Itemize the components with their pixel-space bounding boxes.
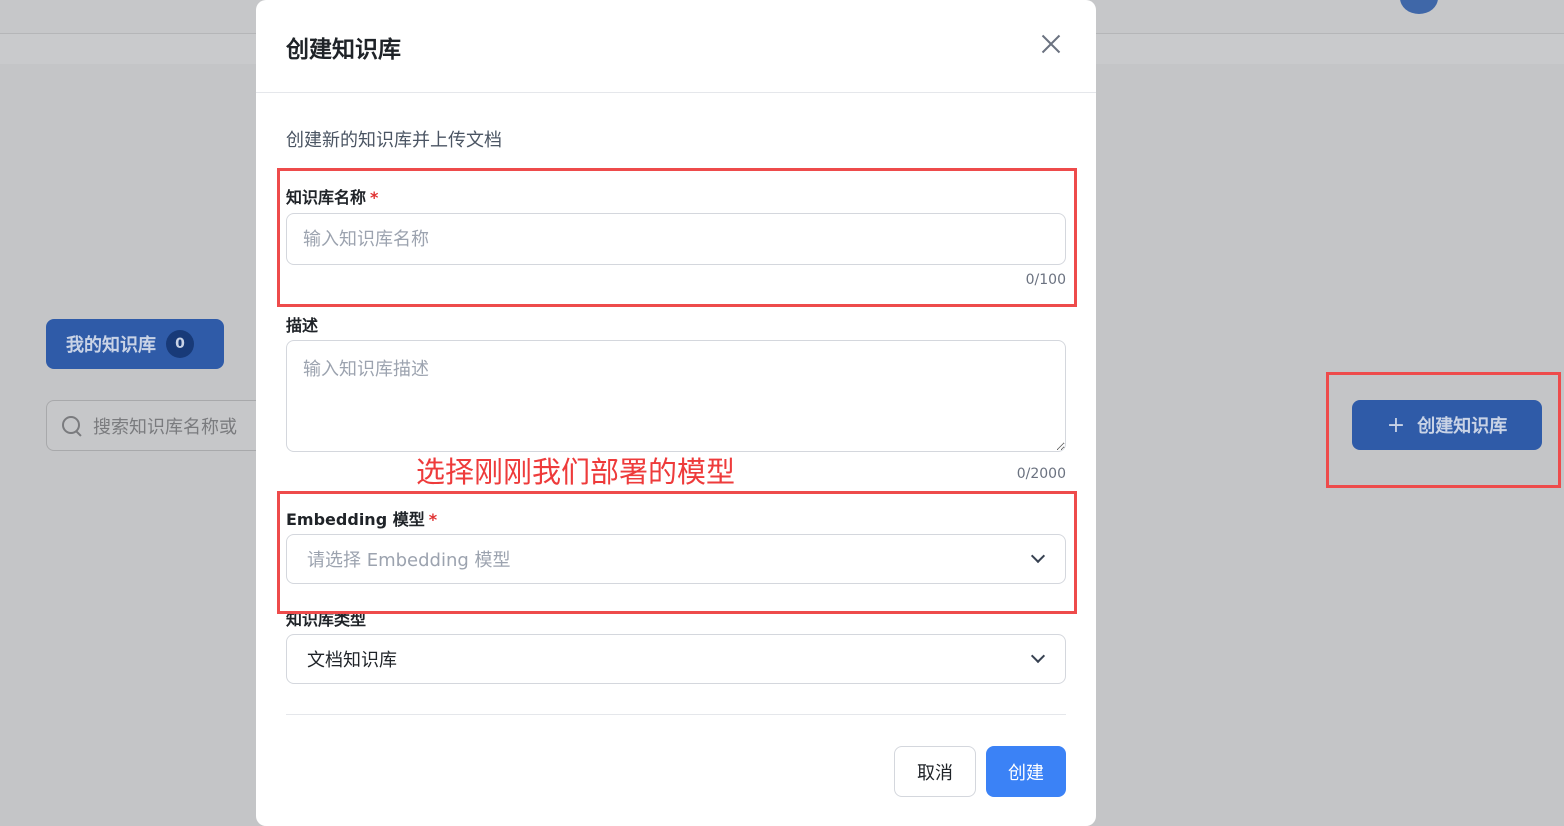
close-icon[interactable] (1038, 31, 1064, 57)
description-field-label: 描述 (286, 316, 319, 335)
description-textarea[interactable] (286, 340, 1066, 452)
footer-divider (286, 714, 1066, 715)
annotation-box-name-field (277, 168, 1077, 307)
dialog-header: 创建知识库 (256, 0, 1096, 93)
tab-my-knowledge-bases[interactable]: 我的知识库 0 (46, 319, 224, 369)
search-input[interactable]: 搜索知识库名称或 (46, 400, 286, 451)
search-placeholder: 搜索知识库名称或 (93, 416, 237, 438)
search-icon (61, 415, 83, 437)
tab-label: 我的知识库 (66, 335, 156, 356)
cancel-button[interactable]: 取消 (894, 746, 976, 797)
knowledge-base-type-select[interactable]: 文档知识库 (286, 634, 1066, 684)
chevron-down-icon (1030, 648, 1046, 664)
description-char-counter: 0/2000 (1016, 466, 1066, 482)
avatar[interactable] (1400, 0, 1438, 14)
type-select-value: 文档知识库 (307, 650, 397, 671)
dialog-title: 创建知识库 (286, 37, 401, 63)
create-knowledge-base-dialog: 创建知识库 创建新的知识库并上传文档 知识库名称* 0/100 描述 0/200… (256, 0, 1096, 826)
annotation-text: 选择刚刚我们部署的模型 (416, 455, 736, 489)
create-button[interactable]: 创建 (986, 746, 1066, 797)
count-badge: 0 (166, 330, 194, 358)
annotation-box-embedding-field (277, 491, 1077, 614)
dialog-subtitle: 创建新的知识库并上传文档 (286, 130, 502, 151)
annotation-box-create-button (1326, 372, 1561, 488)
